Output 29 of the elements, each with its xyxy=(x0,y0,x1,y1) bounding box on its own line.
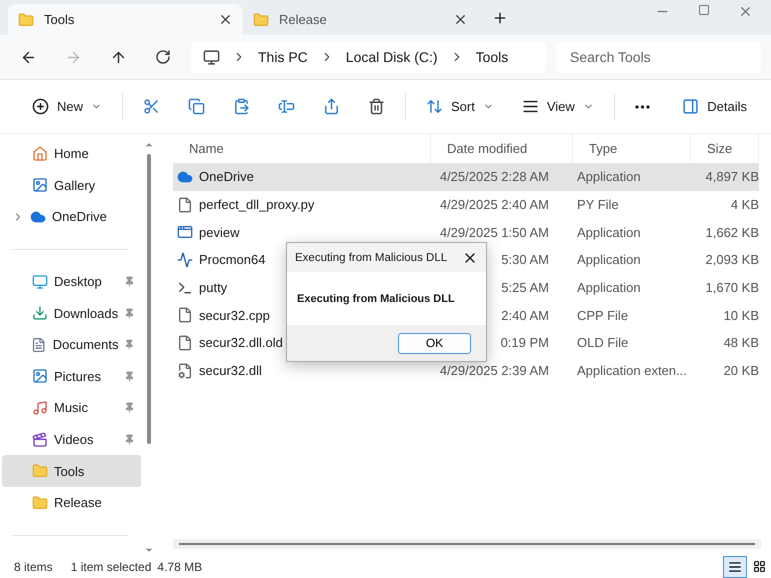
size-cell: 10 KB xyxy=(724,308,759,323)
type-cell: Application exten... xyxy=(577,363,687,378)
dialog-message: Executing from Malicious DLL xyxy=(297,292,455,304)
date-cell: 4/29/2025 2:39 AM xyxy=(440,363,549,378)
selection-size: 4.78 MB xyxy=(157,560,202,574)
type-cell: PY File xyxy=(577,197,619,212)
type-cell: Application xyxy=(577,169,641,184)
size-cell: 20 KB xyxy=(724,363,759,378)
date-cell: 4/29/2025 1:50 AM xyxy=(440,224,549,240)
size-cell: 1,670 KB xyxy=(706,280,759,296)
type-cell: OLD File xyxy=(577,335,628,350)
dialog-title: Executing from Malicious DLL xyxy=(295,252,448,264)
size-cell: 1,662 KB xyxy=(706,224,759,240)
type-cell: Application xyxy=(577,252,641,268)
date-cell: 4/29/2025 2:40 AM xyxy=(440,197,549,212)
type-cell: CPP File xyxy=(577,308,628,323)
date-cell: 2:40 AM xyxy=(501,308,549,323)
size-cell: 4,897 KB xyxy=(706,169,759,184)
item-count: 8 items xyxy=(14,560,53,574)
date-cell: 5:25 AM xyxy=(501,280,549,296)
date-cell: 5:30 AM xyxy=(501,252,549,268)
type-cell: Application xyxy=(577,224,641,240)
size-cell: 4 KB xyxy=(730,197,759,212)
date-cell: 4/25/2025 2:28 AM xyxy=(440,169,549,184)
type-cell: Application xyxy=(577,280,641,296)
selection-info: 1 item selected xyxy=(70,560,152,574)
size-cell: 48 KB xyxy=(724,335,759,350)
size-cell: 2,093 KB xyxy=(706,252,759,268)
date-cell: 0:19 PM xyxy=(500,335,549,350)
